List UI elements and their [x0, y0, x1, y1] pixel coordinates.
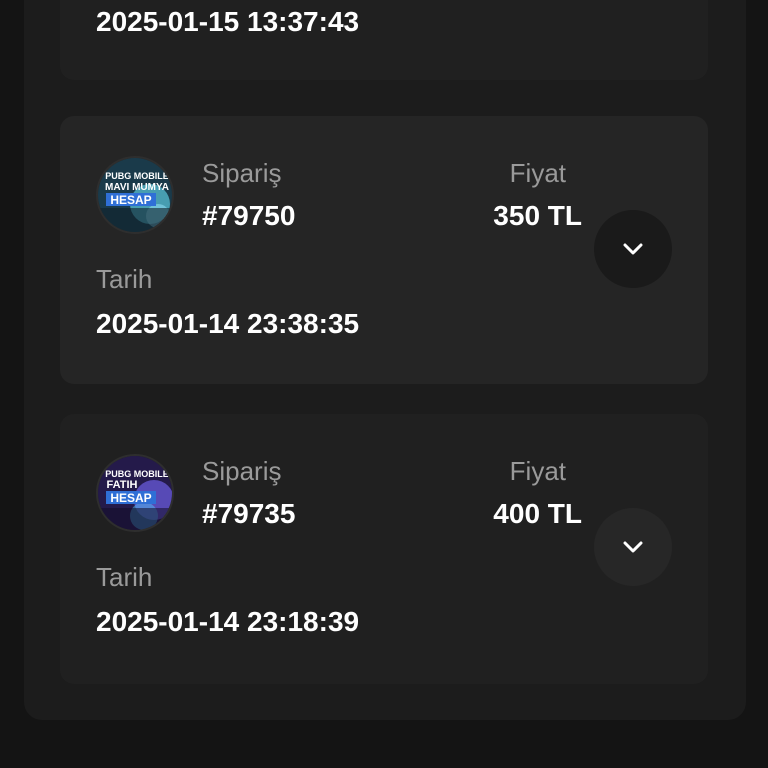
- order-number: #79735: [202, 498, 296, 529]
- order-card: PUBG MOBILE MAVI MUMYA HESAP Sipariş #79…: [60, 116, 708, 384]
- product-thumbnail: PUBG MOBILE MAVI MUMYA HESAP: [96, 156, 174, 234]
- price-label: Fiyat: [509, 158, 566, 188]
- chevron-down-icon: [623, 243, 643, 255]
- order-card: 2025-01-15 13:37:43: [60, 0, 708, 80]
- order-number: #79750: [202, 200, 296, 231]
- thumbnail-subtitle: MAVI MUMYA: [105, 182, 169, 193]
- product-thumbnail: PUBG MOBILE FATIH HESAP: [96, 454, 174, 532]
- expand-button[interactable]: [594, 210, 672, 288]
- date-label: Tarih: [96, 562, 153, 592]
- chevron-down-icon: [623, 541, 643, 553]
- order-date-value: 2025-01-15 13:37:43: [96, 6, 360, 37]
- price-value: 400 TL: [493, 498, 582, 529]
- expand-button[interactable]: [594, 508, 672, 586]
- thumbnail-title: PUBG MOBILE: [105, 469, 169, 479]
- thumbnail-title: PUBG MOBILE: [105, 171, 169, 181]
- thumbnail-tag: HESAP: [110, 491, 151, 505]
- thumbnail-subtitle: FATIH: [107, 479, 138, 491]
- thumbnail-tag: HESAP: [110, 193, 151, 207]
- order-card: PUBG MOBILE FATIH HESAP Sipariş #79735 F…: [60, 414, 708, 684]
- order-label: Sipariş: [202, 456, 282, 486]
- price-value: 350 TL: [493, 200, 582, 231]
- date-label: Tarih: [96, 264, 153, 294]
- order-date-value: 2025-01-14 23:38:35: [96, 308, 360, 339]
- order-label: Sipariş: [202, 158, 282, 188]
- order-date-value: 2025-01-14 23:18:39: [96, 606, 360, 637]
- price-label: Fiyat: [509, 456, 566, 486]
